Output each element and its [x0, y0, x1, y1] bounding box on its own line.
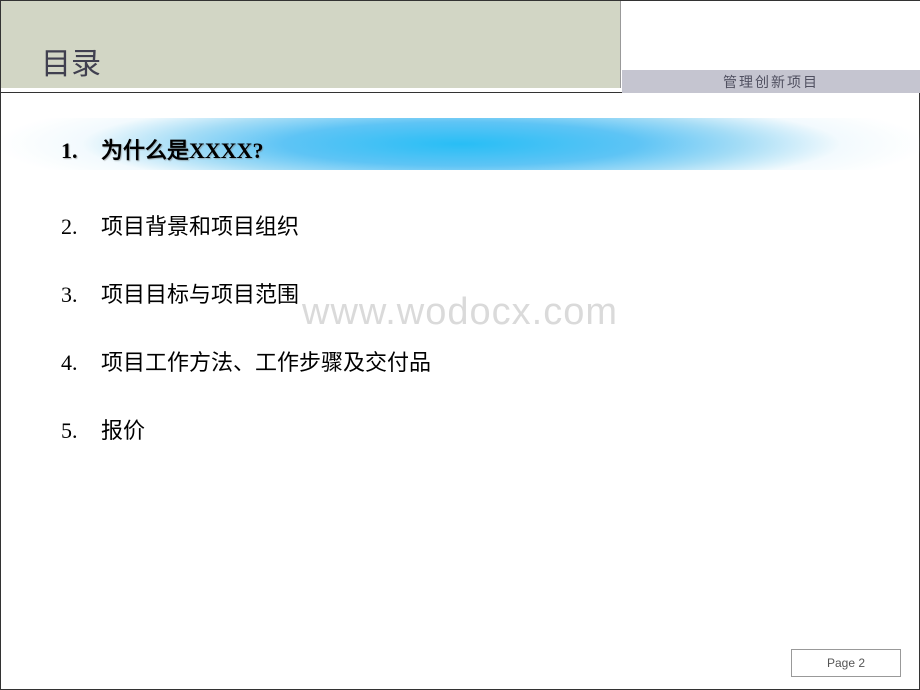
- toc-text: 报价: [101, 413, 145, 445]
- toc-item-4: 4. 项目工作方法、工作步骤及交付品: [61, 345, 859, 377]
- toc-item-2: 2. 项目背景和项目组织: [61, 209, 859, 241]
- toc-number: 3.: [61, 282, 101, 308]
- toc-number: 4.: [61, 350, 101, 376]
- slide-container: 目录 管理创新项目 1. 为什么是XXXX? 2. 项目背景和项目组织 3. 项…: [0, 0, 920, 690]
- header-right-bottom-panel: 管理创新项目: [622, 69, 920, 93]
- toc-text: 项目工作方法、工作步骤及交付品: [101, 345, 431, 377]
- header-left-panel: 目录: [1, 1, 621, 88]
- toc-number: 5.: [61, 418, 101, 444]
- toc-text: 项目背景和项目组织: [101, 209, 299, 241]
- toc-text: 项目目标与项目范围: [101, 277, 299, 309]
- toc-item-3: 3. 项目目标与项目范围: [61, 277, 859, 309]
- slide-header: 目录 管理创新项目: [1, 1, 919, 93]
- toc-list: 1. 为什么是XXXX? 2. 项目背景和项目组织 3. 项目目标与项目范围 4…: [61, 133, 859, 445]
- header-subtitle: 管理创新项目: [622, 70, 920, 94]
- page-title: 目录: [41, 39, 101, 83]
- header-right-top-panel: [622, 1, 920, 69]
- toc-number: 2.: [61, 214, 101, 240]
- toc-number: 1.: [61, 138, 101, 164]
- content-area: 1. 为什么是XXXX? 2. 项目背景和项目组织 3. 项目目标与项目范围 4…: [1, 93, 919, 445]
- toc-item-1: 1. 为什么是XXXX?: [61, 133, 859, 165]
- page-footer: Page 2: [791, 649, 901, 677]
- page-number-label: Page 2: [827, 656, 865, 670]
- toc-item-5: 5. 报价: [61, 413, 859, 445]
- toc-text: 为什么是XXXX?: [101, 133, 264, 165]
